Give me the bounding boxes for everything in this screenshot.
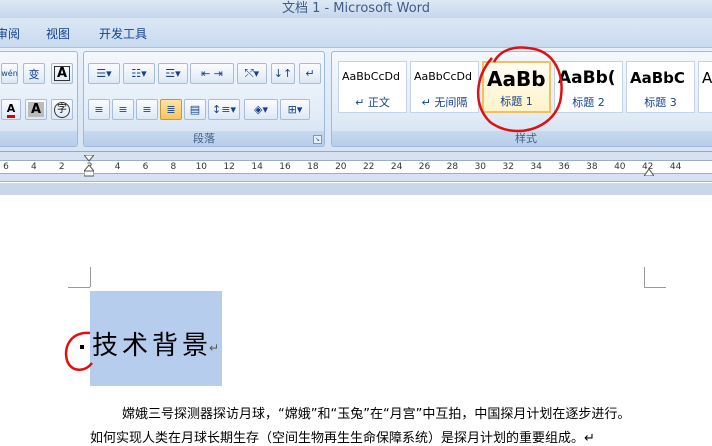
ruler-tick-label: 24 [390, 162, 403, 172]
justify-button[interactable]: ≣ [160, 99, 182, 120]
ruler-tick-label: 44 [669, 162, 682, 172]
body-paragraph-1[interactable]: 嫦娥三号探测器探访月球，“嫦娥”和“玉兔”在“月宫”中互拍，中国探月计划在逐步进… [122, 403, 630, 422]
ruler-tick-label: 40 [614, 162, 626, 172]
multilevel-list-icon: ☲▾ [165, 67, 181, 80]
paragraph-mark: ↵ [209, 341, 220, 355]
ruler-tick-label: 18 [307, 162, 319, 172]
align-right-icon: ≡ [142, 103, 152, 116]
ribbon: wén 变 A A A 字 ☰▾ ☷▾ ☲▾ ⇤ ⇥ ⤲▾ ↓↑ ↵ ≡ ≡ ≡… [0, 48, 712, 152]
borders-icon: ⊞▾ [287, 103, 303, 116]
paragraph-mark-icon: ↵ [305, 67, 315, 80]
align-center-icon: ≡ [118, 103, 128, 116]
bullets-icon: ☰▾ [96, 67, 112, 80]
shaded-a-icon: A [27, 102, 45, 117]
paint-bucket-icon: ◈▾ [254, 103, 268, 116]
align-left-icon: ≡ [94, 103, 104, 116]
tab-review[interactable]: 审阅 [0, 25, 20, 42]
style-no-spacing[interactable]: AaBbCcDd ↵ 无间隔 [410, 61, 479, 113]
numbering-button[interactable]: ☷▾ [123, 63, 155, 84]
asian-layout-button[interactable]: ⤲▾ [237, 63, 267, 84]
sort-icon: ↓↑ [273, 67, 293, 80]
distributed-icon: ▤ [189, 103, 201, 116]
character-shading-button[interactable]: A [25, 99, 47, 120]
crop-mark-right [644, 267, 645, 287]
indent-icon: ⇤ ⇥ [201, 67, 223, 80]
ruler-tick-label: 6 [3, 162, 9, 172]
font-color-button[interactable]: A [1, 99, 21, 120]
indent-marker-icon[interactable] [82, 154, 96, 177]
ruler-tick-label: 38 [586, 162, 598, 172]
boxed-a-icon: A [53, 66, 71, 81]
ruler-tick-label: 14 [251, 162, 263, 172]
style-heading-3[interactable]: AaBbC 标题 3 [626, 61, 695, 113]
indent-buttons[interactable]: ⇤ ⇥ [190, 63, 234, 84]
boxed-a-button[interactable]: A [51, 63, 73, 84]
wen-icon: 变 [28, 67, 40, 81]
ruler-tick-label: 16 [279, 162, 291, 172]
ruler-tick-label: 32 [502, 162, 514, 172]
body-paragraph-2[interactable]: 如何实现人类在月球长期生存（空间生物再生生命保障系统）是探月计划的重要组成。↵ [90, 427, 595, 446]
bullets-button[interactable]: ☰▾ [88, 63, 120, 84]
ruler-tick-label: 10 [195, 162, 208, 172]
heading-text[interactable]: 技术背景 [92, 325, 212, 362]
paragraph-group-label: 段落 [84, 131, 324, 146]
ruler-tick-label: 6 [142, 162, 149, 172]
ruler-tick-label: 4 [114, 162, 121, 172]
right-indent-marker-icon[interactable] [643, 165, 655, 177]
horizontal-ruler[interactable]: 6422468101214161820222426283032343638404… [0, 152, 712, 182]
ruler-tick-label: 12 [223, 162, 235, 172]
shading-button[interactable]: ◈▾ [244, 99, 278, 120]
distributed-button[interactable]: ▤ [184, 99, 206, 120]
paragraph-group: ☰▾ ☷▾ ☲▾ ⇤ ⇥ ⤲▾ ↓↑ ↵ ≡ ≡ ≡ ≣ ▤ ↕≡▾ ◈▾ ⊞▾… [83, 51, 325, 147]
show-marks-button[interactable]: ↵ [299, 63, 321, 84]
ruler-tick-label: 4 [31, 162, 37, 172]
crop-mark-left [90, 267, 91, 287]
ruler-tick-label: 30 [474, 162, 487, 172]
ruler-tick-label: 36 [558, 162, 570, 172]
font-group: wén 变 A A A 字 [0, 51, 78, 147]
tab-developer[interactable]: 开发工具 [99, 25, 147, 42]
multilevel-list-button[interactable]: ☲▾ [158, 63, 188, 84]
borders-button[interactable]: ⊞▾ [280, 99, 310, 120]
sort-button[interactable]: ↓↑ [271, 63, 295, 84]
numbering-icon: ☷▾ [131, 67, 147, 80]
align-center-button[interactable]: ≡ [112, 99, 134, 120]
align-right-button[interactable]: ≡ [136, 99, 158, 120]
ruler-tick-label: 28 [446, 162, 459, 172]
style-more[interactable]: A [698, 61, 712, 113]
title-bar: 文档 1 - Microsoft Word [0, 0, 712, 18]
style-normal[interactable]: AaBbCcDd ↵ 正文 [338, 61, 407, 113]
ruler-scale: 6422468101214161820222426283032343638404… [0, 154, 712, 177]
window-title: 文档 1 - Microsoft Word [281, 1, 431, 16]
asian-layout-icon: ⤲▾ [244, 66, 260, 80]
ruler-tick-label: 2 [58, 162, 65, 172]
ruler-tick-label: 34 [530, 162, 542, 172]
ribbon-tab-bar: 审阅 视图 开发工具 [0, 18, 712, 48]
ruler-tick-label: 22 [362, 162, 375, 172]
phonetic-guide-icon[interactable]: wén [1, 63, 18, 84]
line-spacing-button[interactable]: ↕≡▾ [208, 99, 240, 120]
document-page[interactable]: 技术背景 ↵ 嫦娥三号探测器探访月球，“嫦娥”和“玉兔”在“月宫”中互拍，中国探… [0, 183, 712, 446]
annotation-circle-icon [64, 331, 93, 371]
tab-view[interactable]: 视图 [46, 25, 70, 42]
line-spacing-icon: ↕≡▾ [212, 103, 236, 116]
annotation-circle-style-icon [476, 46, 563, 133]
align-left-button[interactable]: ≡ [88, 99, 110, 120]
enclose-icon: 字 [54, 101, 70, 118]
ruler-tick-label: 8 [170, 162, 177, 172]
justify-icon: ≣ [166, 103, 176, 116]
font-color-icon: A [6, 102, 16, 118]
ruler-tick-label: 20 [335, 162, 347, 172]
paragraph-dialog-launcher-icon[interactable]: ↘ [313, 135, 322, 144]
ruler-tick-label: 26 [418, 162, 431, 172]
enclose-characters-button[interactable]: 字 [51, 99, 73, 120]
character-border-button[interactable]: 变 [23, 63, 45, 84]
